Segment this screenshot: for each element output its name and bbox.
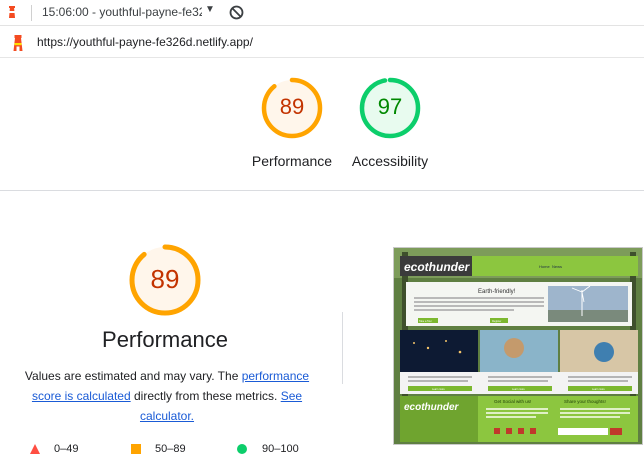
vertical-divider <box>342 312 343 384</box>
page-screenshot-thumbnail[interactable]: ecothunder Home News Earth-friendly! Tak… <box>393 247 643 445</box>
thumb-nav-news: News <box>552 264 562 269</box>
report-url[interactable]: https://youthful-payne-fe326d.netlify.ap… <box>37 35 253 49</box>
description-text-2: directly from these metrics. <box>130 389 281 403</box>
thumb-footer-logo: ecothunder <box>404 402 460 413</box>
thumb-card-1-button: Learn more <box>432 388 445 391</box>
description-text-1: Values are estimated and may vary. The <box>24 369 242 383</box>
performance-description: Values are estimated and may vary. The p… <box>18 366 316 426</box>
accessibility-label: Accessibility <box>351 153 429 169</box>
performance-detail-score: 89 <box>150 264 180 294</box>
section-divider <box>0 190 644 191</box>
performance-gauge[interactable]: 89 <box>260 76 324 140</box>
thumb-card-2-button: Learn more <box>512 388 525 391</box>
performance-detail-gauge: 89 <box>128 243 202 317</box>
thumb-button-tour: Take a Tour <box>419 320 432 323</box>
performance-score: 89 <box>279 94 305 119</box>
thumb-footer-share: Share your thoughts! <box>564 399 606 404</box>
block-icon[interactable] <box>229 5 244 20</box>
thumb-button-register: Register <box>492 320 501 323</box>
tab-title[interactable]: 15:06:00 - youthful-payne-fe32 <box>42 5 202 19</box>
thumb-card-3-button: Learn more <box>592 388 605 391</box>
red-triangle-icon <box>30 444 40 454</box>
orange-square-icon <box>131 444 141 454</box>
lighthouse-logo-icon <box>13 35 23 51</box>
legend-pass-range: 90–100 <box>262 443 299 455</box>
chevron-down-icon[interactable]: ▼ <box>205 4 215 15</box>
legend-average-range: 50–89 <box>155 443 186 455</box>
performance-detail-title: Performance <box>102 327 228 352</box>
accessibility-gauge[interactable]: 97 <box>358 76 422 140</box>
browser-tab-bar: 15:06:00 - youthful-payne-fe32 ▼ <box>0 0 644 26</box>
legend-fail-range: 0–49 <box>54 443 79 455</box>
accessibility-score: 97 <box>377 94 403 119</box>
report-url-bar: https://youthful-payne-fe326d.netlify.ap… <box>0 26 644 58</box>
screenshot-image: ecothunder Home News Earth-friendly! Tak… <box>394 248 642 444</box>
thumb-nav-home: Home <box>539 264 550 269</box>
tab-separator <box>31 5 32 21</box>
performance-label: Performance <box>251 153 333 169</box>
thumb-logo: ecothunder <box>404 260 471 274</box>
lighthouse-icon <box>9 6 15 18</box>
thumb-footer-social: Get Social with us! <box>494 399 531 404</box>
green-circle-icon <box>237 444 247 454</box>
thumb-hero-title: Earth-friendly! <box>478 289 516 295</box>
